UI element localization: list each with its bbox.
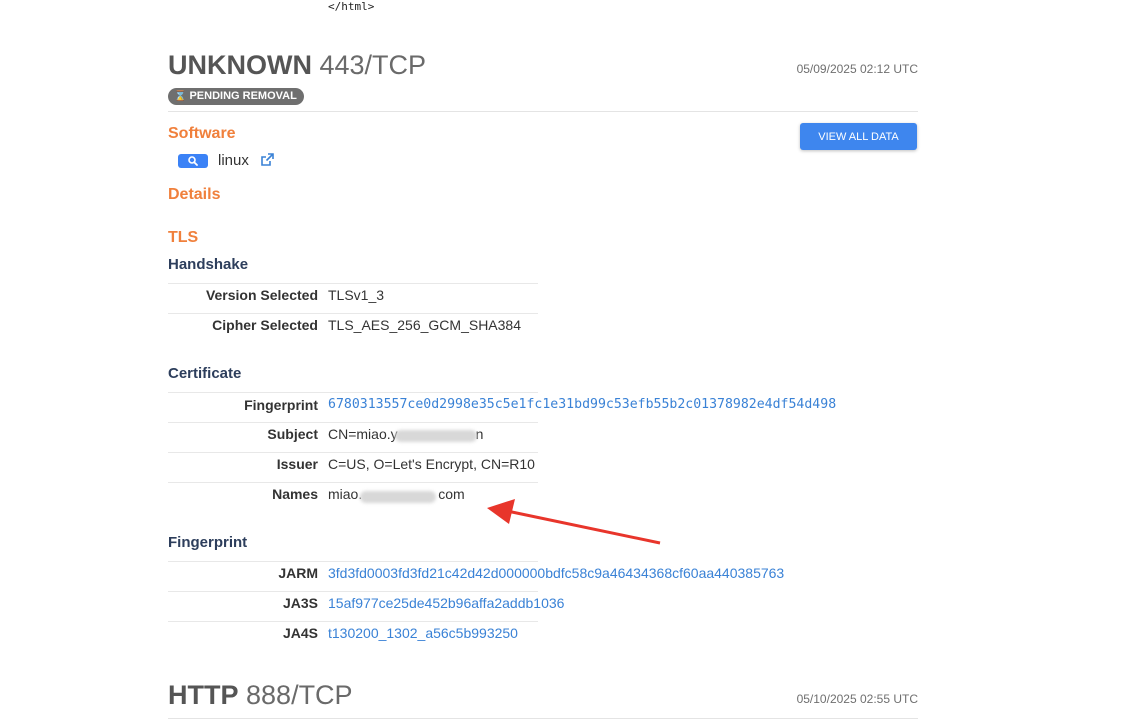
field-label: JA3S	[282, 595, 318, 611]
row-divider	[168, 283, 538, 284]
row-divider	[168, 452, 538, 453]
field-label: Cipher Selected	[212, 317, 318, 333]
row-divider	[168, 621, 538, 622]
search-software-button[interactable]	[178, 154, 208, 168]
certificate-heading: Certificate	[168, 365, 242, 382]
view-all-data-button[interactable]: VIEW ALL DATA	[800, 123, 917, 150]
row-divider	[168, 422, 538, 423]
service-timestamp: 05/09/2025 02:12 UTC	[796, 62, 918, 76]
handshake-heading: Handshake	[168, 256, 249, 273]
service-header: UNKNOWN 443/TCP 05/09/2025 02:12 UTC	[168, 50, 918, 90]
pending-removal-badge: ⌛ PENDING REMOVAL	[168, 88, 304, 105]
ja4s-link[interactable]: t130200_1302_a56c5b993250	[328, 625, 518, 641]
fingerprint-heading: Fingerprint	[168, 534, 248, 551]
redaction-blur	[395, 430, 477, 442]
software-heading: Software	[168, 125, 236, 142]
redaction-blur	[360, 491, 436, 503]
divider	[168, 111, 918, 112]
service-title: UNKNOWN 443/TCP	[168, 50, 426, 81]
service-name: HTTP	[168, 680, 239, 710]
row-divider	[168, 392, 538, 393]
external-link-icon[interactable]	[259, 152, 275, 168]
field-value: C=US, O=Let's Encrypt, CN=R10	[328, 456, 535, 472]
jarm-link[interactable]: 3fd3fd0003fd3fd21c42d42d000000bdfc58c9a4…	[328, 565, 784, 581]
divider	[168, 718, 918, 719]
annotation-arrow	[487, 499, 661, 545]
service-title: HTTP 888/TCP	[168, 680, 353, 711]
search-icon	[188, 156, 198, 166]
field-label: JA4S	[282, 625, 318, 641]
certificate-fingerprint-link[interactable]: 6780313557ce0d2998e35c5e1fc1e31bd99c53ef…	[328, 397, 836, 412]
field-label: Names	[272, 486, 318, 502]
field-label: Issuer	[276, 456, 318, 472]
ja3s-link[interactable]: 15af977ce25de452b96affa2addb1036	[328, 595, 564, 611]
hourglass-icon: ⌛	[174, 91, 187, 102]
details-heading: Details	[168, 186, 221, 203]
service-header: HTTP 888/TCP 05/10/2025 02:55 UTC	[168, 680, 918, 720]
software-name: linux	[218, 152, 249, 169]
row-divider	[168, 482, 538, 483]
field-label: JARM	[278, 565, 318, 581]
row-divider	[168, 561, 538, 562]
service-port: 888/TCP	[246, 680, 353, 710]
field-label: Subject	[267, 426, 318, 442]
field-label: Version Selected	[205, 287, 318, 303]
field-value: TLS_AES_256_GCM_SHA384	[328, 317, 521, 333]
row-divider	[168, 313, 538, 314]
row-divider	[168, 591, 538, 592]
service-port: 443/TCP	[319, 50, 427, 80]
service-timestamp: 05/10/2025 02:55 UTC	[796, 692, 918, 706]
service-name: UNKNOWN	[168, 50, 312, 80]
field-label: Fingerprint	[244, 397, 318, 413]
tls-heading: TLS	[168, 229, 199, 246]
field-value: TLSv1_3	[328, 287, 385, 303]
code-snippet-tail: </html>	[328, 0, 375, 13]
